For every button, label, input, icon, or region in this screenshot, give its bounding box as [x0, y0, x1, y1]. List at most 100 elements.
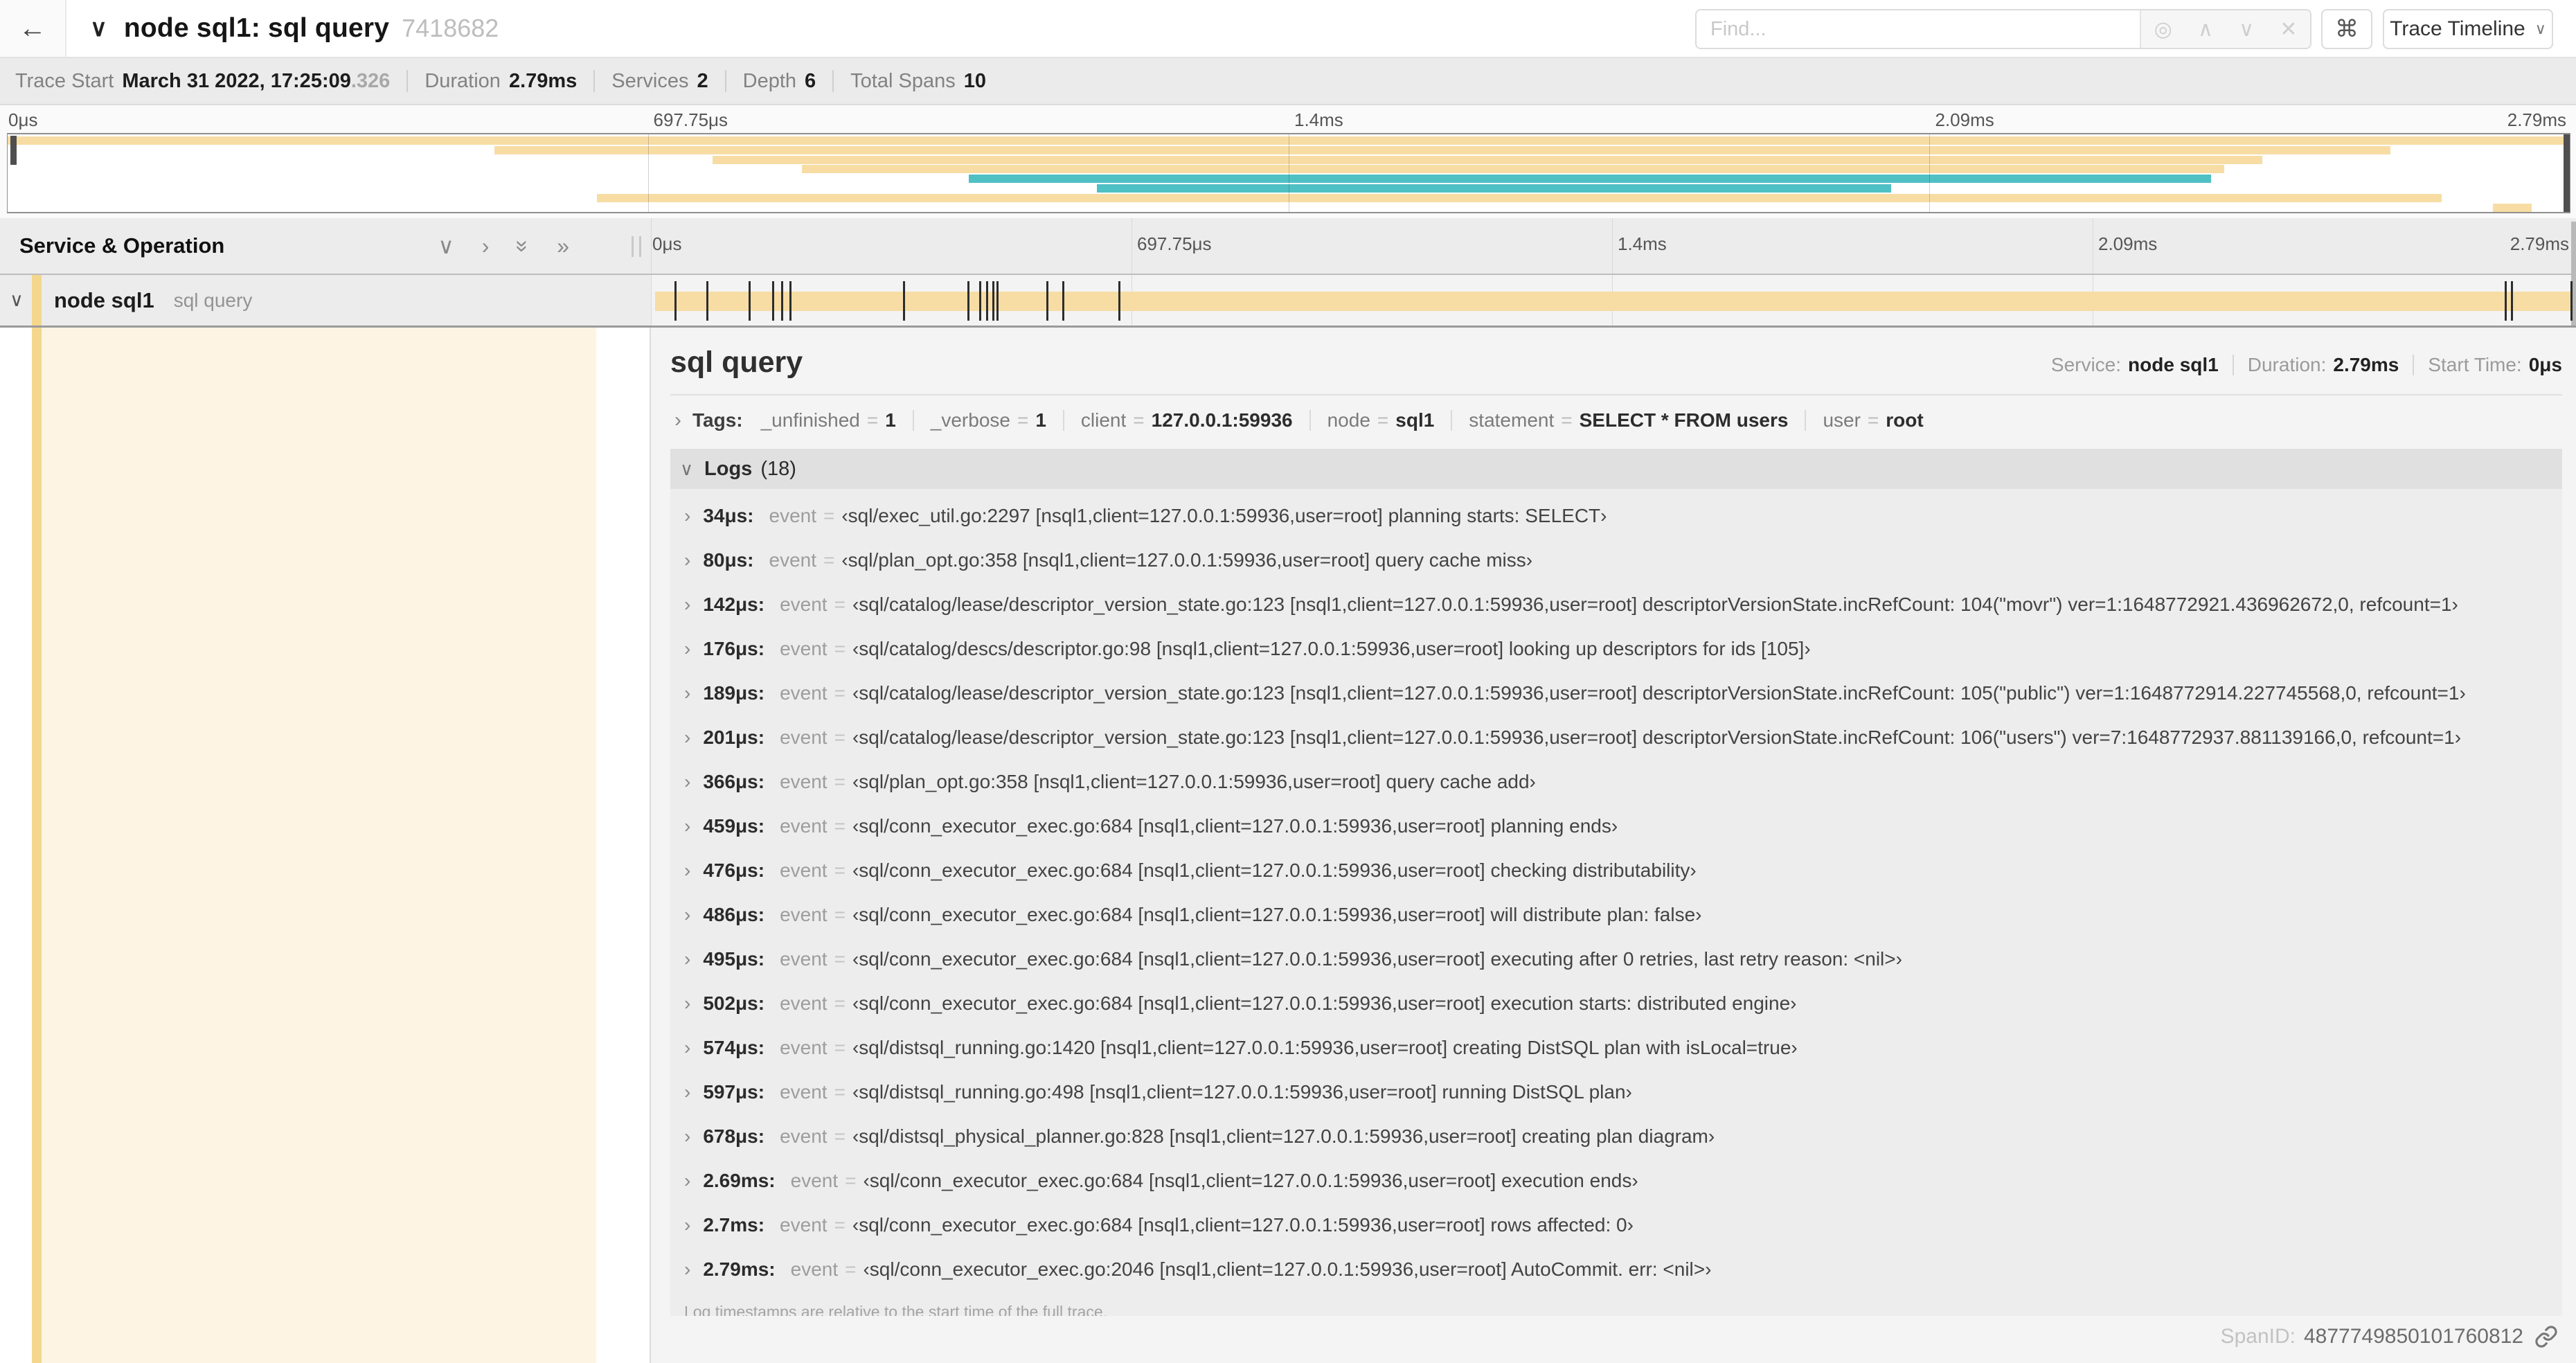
log-marker-tick[interactable] [1046, 281, 1049, 321]
next-result-icon[interactable]: ∨ [2239, 17, 2254, 42]
tag-item[interactable]: statement = SELECT * FROM users [1469, 409, 1788, 431]
span-collapse-icon[interactable]: ∨ [10, 289, 24, 311]
tag-item[interactable]: user = root [1823, 409, 1923, 431]
log-entry-row[interactable]: › 502μs: event = ‹sql/conn_executor_exec.go:… [670, 981, 2562, 1026]
log-entry-row[interactable]: › 2.7ms: event = ‹sql/conn_executor_exec.go:… [670, 1203, 2562, 1247]
log-marker-tick[interactable] [1062, 281, 1064, 321]
log-entry-row[interactable]: › 574μs: event = ‹sql/distsql_running.go:142… [670, 1026, 2562, 1070]
minimap-axis-label: 697.75μs [653, 109, 728, 130]
column-resize-grip[interactable] [632, 236, 641, 257]
locate-icon[interactable]: ◎ [2154, 17, 2172, 42]
tag-item[interactable]: _verbose = 1 [931, 409, 1046, 431]
log-event-text: ‹sql/catalog/lease/descriptor_version_st… [852, 594, 2458, 615]
span-id-row: SpanID: 4877749850101760812 [2221, 1325, 2558, 1348]
trace-info-value: 6 [805, 69, 816, 92]
span-row[interactable]: ∨ node sql1 sql query [0, 275, 2576, 328]
log-marker-tick[interactable] [789, 281, 791, 321]
log-marker-tick[interactable] [2570, 281, 2573, 321]
log-marker-tick[interactable] [992, 281, 994, 321]
span-row-name-column[interactable]: ∨ node sql1 sql query [0, 275, 650, 326]
log-marker-tick[interactable] [903, 281, 906, 321]
divider [593, 70, 596, 92]
find-input[interactable] [1697, 10, 2140, 48]
log-entry-row[interactable]: › 476μs: event = ‹sql/conn_executor_exec.go:… [670, 848, 2562, 893]
log-entry-row[interactable]: › 142μs: event = ‹sql/catalog/lease/descript… [670, 582, 2562, 627]
expand-one-icon[interactable]: › [482, 233, 490, 259]
minimap-axis-labels: 0μs 697.75μs 1.4ms 2.09ms 2.79ms [7, 109, 2570, 132]
log-marker-tick[interactable] [985, 281, 988, 321]
timeline-axis-label: 1.4ms [1618, 233, 1667, 254]
link-icon[interactable] [2534, 1325, 2558, 1348]
log-entry-row[interactable]: › 459μs: event = ‹sql/conn_executor_exec.go:… [670, 804, 2562, 848]
span-service-name: node sql1 [54, 287, 154, 312]
log-field-name: event [780, 1081, 828, 1103]
minimap-right-drag-handle[interactable] [2564, 134, 2570, 212]
log-entry-row[interactable]: › 176μs: event = ‹sql/catalog/descs/descript… [670, 627, 2562, 671]
tags-row[interactable]: › Tags: _unfinished = 1 _verbose = 1 client = 12… [670, 402, 2562, 438]
log-marker-tick[interactable] [706, 281, 708, 321]
collapse-trace-icon[interactable]: ∨ [90, 15, 107, 42]
log-entry-row[interactable]: › 201μs: event = ‹sql/catalog/lease/descript… [670, 715, 2562, 760]
view-selector-button[interactable]: Trace Timeline ∨ [2383, 9, 2553, 49]
logs-footnote: Log timestamps are relative to the start… [684, 1303, 1108, 1316]
span-row-timeline[interactable] [651, 275, 2573, 326]
log-event-text: ‹sql/distsql_running.go:1420 [nsql1,clie… [852, 1037, 1798, 1058]
expand-all-icon[interactable]: » [557, 233, 569, 259]
log-marker-tick[interactable] [1118, 281, 1120, 321]
timeline-gridline [651, 275, 652, 326]
log-entry-row[interactable]: › 2.69ms: event = ‹sql/conn_executor_exec.go… [670, 1159, 2562, 1203]
log-marker-tick[interactable] [978, 281, 981, 321]
span-detail-title: sql query [670, 346, 803, 379]
collapse-all-icon[interactable]: » [510, 240, 536, 252]
minimap-span-bar [2493, 203, 2532, 212]
minimap-canvas[interactable] [7, 133, 2570, 213]
log-event-text: ‹sql/conn_executor_exec.go:684 [nsql1,cl… [852, 1214, 1634, 1236]
log-entry-row[interactable]: › 597μs: event = ‹sql/distsql_running.go:498… [670, 1070, 2562, 1114]
divider [912, 410, 914, 431]
equals-sign: = [834, 1125, 846, 1147]
log-entry-row[interactable]: › 80μs: event = ‹sql/plan_opt.go:358 [nsql1,… [670, 538, 2562, 582]
log-marker-tick[interactable] [2504, 281, 2507, 321]
log-marker-tick[interactable] [967, 281, 969, 321]
find-box: ◎ ∧ ∨ ✕ [1695, 9, 2311, 49]
keyboard-shortcuts-button[interactable]: ⌘ [2321, 9, 2372, 49]
clear-search-icon[interactable]: ✕ [2280, 17, 2297, 42]
minimap-span-bar [494, 145, 2390, 154]
divider [2232, 355, 2234, 375]
log-marker-tick[interactable] [996, 281, 999, 321]
log-entry-row[interactable]: › 34μs: event = ‹sql/exec_util.go:2297 [nsql… [670, 494, 2562, 538]
prev-result-icon[interactable]: ∧ [2198, 17, 2213, 42]
collapse-one-icon[interactable]: ∨ [438, 233, 454, 259]
logs-header[interactable]: ∨ Logs (18) [670, 449, 2562, 489]
log-marker-tick[interactable] [749, 281, 751, 321]
log-event-text: ‹sql/conn_executor_exec.go:684 [nsql1,cl… [852, 859, 1697, 881]
log-marker-tick[interactable] [674, 281, 677, 321]
trace-info-bar: Trace Start March 31 2022, 17:25:09.326 Du… [0, 58, 2576, 105]
log-entry-row[interactable]: › 2.79ms: event = ‹sql/conn_executor_exec.go… [670, 1247, 2562, 1292]
log-entry-row[interactable]: › 678μs: event = ‹sql/distsql_physical_plann… [670, 1114, 2562, 1159]
back-button[interactable]: ← [0, 0, 66, 57]
log-entry-row[interactable]: › 495μs: event = ‹sql/conn_executor_exec.go:… [670, 937, 2562, 981]
chevron-right-icon: › [684, 594, 691, 615]
tag-item[interactable]: client = 127.0.0.1:59936 [1081, 409, 1293, 431]
chevron-down-icon: ∨ [680, 458, 694, 479]
log-timestamp: 459μs: [703, 815, 765, 837]
log-entry-row[interactable]: › 189μs: event = ‹sql/catalog/lease/descript… [670, 671, 2562, 715]
minimap-gridline [1929, 134, 1930, 212]
minimap-left-drag-handle[interactable] [10, 136, 17, 165]
log-marker-tick[interactable] [781, 281, 784, 321]
tag-key: user [1823, 409, 1861, 431]
log-timestamp: 201μs: [703, 727, 765, 748]
timeline-column-header: Service & Operation ∨ › » » 0μs 697.75μs 1… [0, 218, 2576, 275]
span-duration-bar[interactable] [654, 292, 2572, 311]
log-marker-tick[interactable] [2511, 281, 2514, 321]
tag-item[interactable]: _unfinished = 1 [761, 409, 896, 431]
log-field-name: event [780, 727, 828, 748]
log-marker-tick[interactable] [772, 281, 775, 321]
log-entry-row[interactable]: › 486μs: event = ‹sql/conn_executor_exec.go:… [670, 893, 2562, 937]
minimap-span-bar [802, 165, 2224, 174]
divider [832, 70, 834, 92]
tag-item[interactable]: node = sql1 [1327, 409, 1435, 431]
minimap-span-bar [597, 193, 2442, 202]
log-entry-row[interactable]: › 366μs: event = ‹sql/plan_opt.go:358 [nsql1… [670, 760, 2562, 804]
